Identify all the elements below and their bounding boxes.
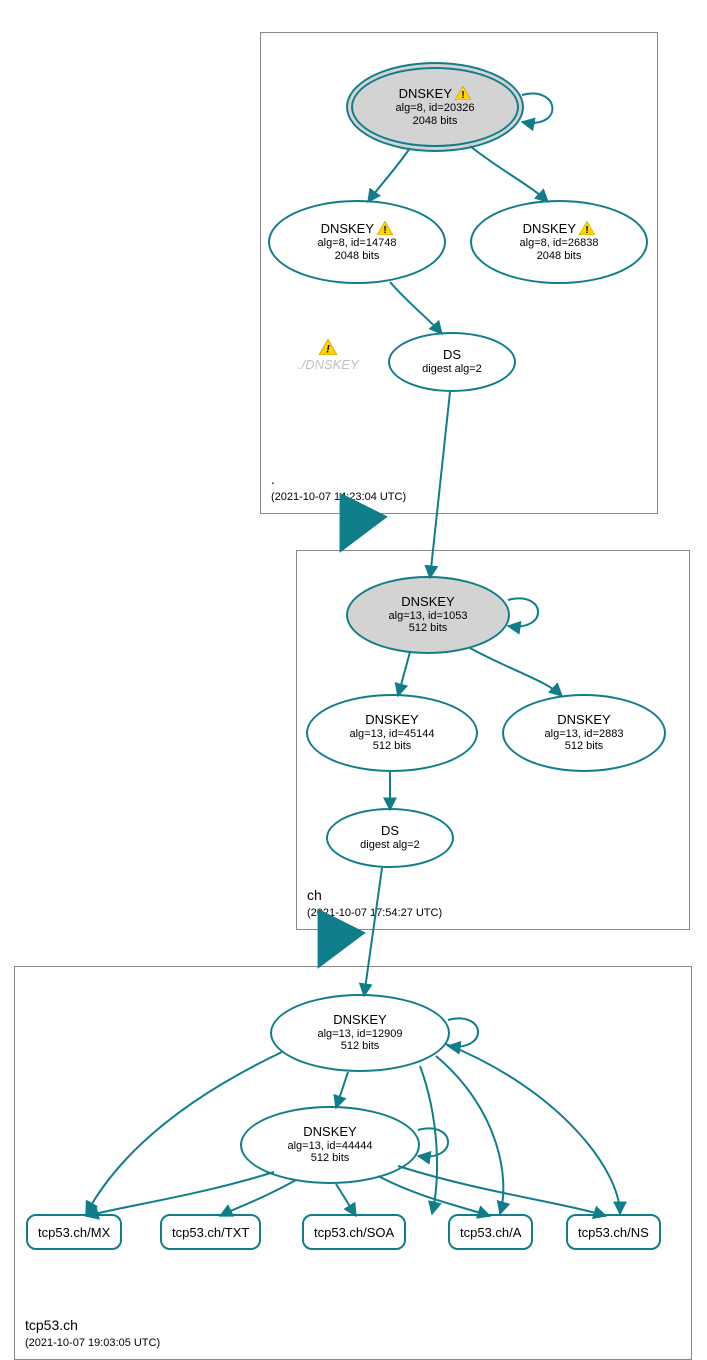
zone-root-timestamp: (2021-10-07 14:23:04 UTC) — [271, 490, 406, 505]
node-ch-zsk1-title: DNSKEY — [365, 713, 418, 728]
node-ch-zsk2: DNSKEY alg=13, id=2883 512 bits — [502, 694, 666, 772]
node-ch-ksk: DNSKEY alg=13, id=1053 512 bits — [346, 576, 510, 654]
node-tcp53-zsk-title: DNSKEY — [303, 1125, 356, 1140]
node-root-ds: DS digest alg=2 — [388, 332, 516, 392]
zone-tcp53-timestamp: (2021-10-07 19:03:05 UTC) — [25, 1336, 160, 1351]
node-root-ksk-line3: 2048 bits — [413, 115, 458, 128]
node-root-zsk2-title: DNSKEY — [523, 221, 576, 236]
node-rr-ns: tcp53.ch/NS — [566, 1214, 661, 1250]
node-root-ksk: DNSKEY ! alg=8, id=20326 2048 bits — [346, 62, 524, 152]
svg-text:!: ! — [462, 90, 465, 100]
node-rr-soa: tcp53.ch/SOA — [302, 1214, 406, 1250]
warning-icon: ! — [455, 86, 471, 100]
node-ch-ksk-title: DNSKEY — [401, 595, 454, 610]
node-ch-zsk1: DNSKEY alg=13, id=45144 512 bits — [306, 694, 478, 772]
node-ch-zsk1-line2: alg=13, id=45144 — [349, 728, 434, 741]
node-root-ds-title: DS — [443, 348, 461, 363]
node-tcp53-ksk-line3: 512 bits — [341, 1040, 380, 1053]
node-rr-txt: tcp53.ch/TXT — [160, 1214, 261, 1250]
node-root-ds-line2: digest alg=2 — [422, 363, 482, 376]
warning-icon: ! — [377, 221, 393, 235]
node-rr-txt-label: tcp53.ch/TXT — [172, 1225, 249, 1240]
node-ch-ksk-line3: 512 bits — [409, 622, 448, 635]
node-root-zsk1: DNSKEY ! alg=8, id=14748 2048 bits — [268, 200, 446, 284]
node-ch-zsk2-title: DNSKEY — [557, 713, 610, 728]
node-root-zsk1-title: DNSKEY — [321, 221, 374, 236]
node-tcp53-ksk-title: DNSKEY — [333, 1013, 386, 1028]
node-root-zsk2-line2: alg=8, id=26838 — [520, 237, 599, 250]
node-root-ksk-line2: alg=8, id=20326 — [396, 102, 475, 115]
node-rr-soa-label: tcp53.ch/SOA — [314, 1225, 394, 1240]
node-tcp53-zsk-line2: alg=13, id=44444 — [287, 1140, 372, 1153]
node-rr-mx: tcp53.ch/MX — [26, 1214, 122, 1250]
node-tcp53-zsk: DNSKEY alg=13, id=44444 512 bits — [240, 1106, 420, 1184]
node-root-zsk2: DNSKEY ! alg=8, id=26838 2048 bits — [470, 200, 648, 284]
node-rr-mx-label: tcp53.ch/MX — [38, 1225, 110, 1240]
node-root-zsk2-line3: 2048 bits — [537, 250, 582, 263]
node-root-ghost: ! ./DNSKEY — [298, 339, 359, 372]
node-root-zsk1-line3: 2048 bits — [335, 250, 380, 263]
warning-icon: ! — [579, 221, 595, 235]
node-rr-ns-label: tcp53.ch/NS — [578, 1225, 649, 1240]
node-ch-zsk1-line3: 512 bits — [373, 740, 412, 753]
warning-icon: ! — [319, 339, 337, 355]
node-tcp53-ksk-line2: alg=13, id=12909 — [317, 1028, 402, 1041]
node-tcp53-ksk: DNSKEY alg=13, id=12909 512 bits — [270, 994, 450, 1072]
svg-text:!: ! — [586, 225, 589, 235]
node-tcp53-zsk-line3: 512 bits — [311, 1152, 350, 1165]
node-root-ksk-title: DNSKEY — [399, 86, 452, 101]
zone-tcp53-name: tcp53.ch — [25, 1316, 160, 1336]
node-rr-a: tcp53.ch/A — [448, 1214, 533, 1250]
node-root-ghost-label: ./DNSKEY — [298, 357, 359, 372]
node-ch-ds-line2: digest alg=2 — [360, 839, 420, 852]
node-root-zsk1-line2: alg=8, id=14748 — [318, 237, 397, 250]
zone-ch-name: ch — [307, 886, 442, 906]
svg-text:!: ! — [326, 344, 330, 355]
node-ch-zsk2-line3: 512 bits — [565, 740, 604, 753]
node-ch-ksk-line2: alg=13, id=1053 — [389, 610, 468, 623]
zone-ch-timestamp: (2021-10-07 17:54:27 UTC) — [307, 906, 442, 921]
svg-text:!: ! — [384, 225, 387, 235]
node-rr-a-label: tcp53.ch/A — [460, 1225, 521, 1240]
node-ch-zsk2-line2: alg=13, id=2883 — [545, 728, 624, 741]
node-ch-ds: DS digest alg=2 — [326, 808, 454, 868]
zone-root-name: . — [271, 470, 406, 490]
node-ch-ds-title: DS — [381, 824, 399, 839]
